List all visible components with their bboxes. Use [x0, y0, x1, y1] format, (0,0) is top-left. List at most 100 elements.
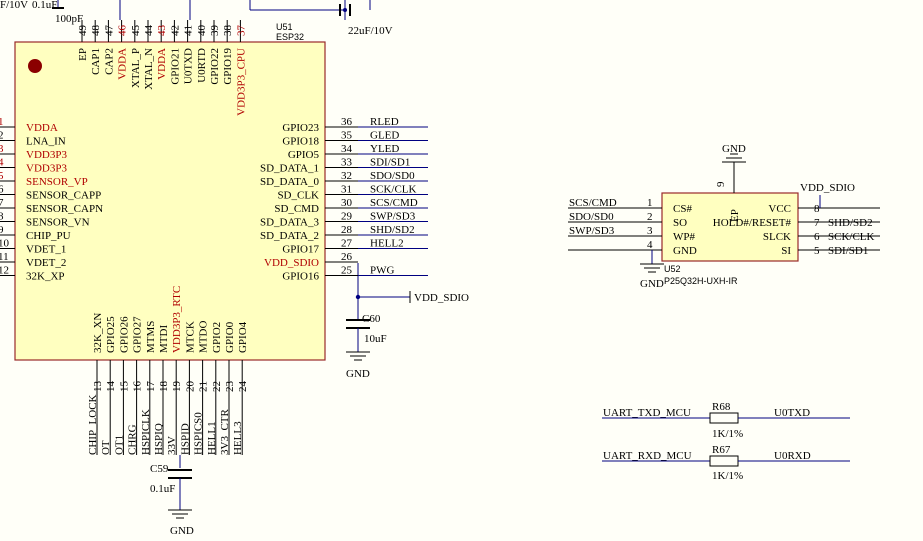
pin-number: 34 [341, 143, 353, 155]
pin-number: 38 [222, 25, 234, 37]
r67-value: 1K/1% [712, 470, 743, 482]
net-label: HELL3 [232, 421, 244, 455]
pin-number: 45 [130, 25, 142, 37]
pin-number: 4 [0, 157, 4, 169]
cap-value-top-left-2: 0.1uF [32, 0, 57, 11]
pin-number: 14 [105, 381, 117, 393]
pin-name: HOLD#/RESET# [713, 217, 792, 229]
net-label: HSPICLK [140, 409, 152, 455]
u52-ground-top-label: GND [722, 143, 746, 155]
pin-number: 22 [211, 381, 223, 392]
pin-name: VDDA [117, 48, 129, 80]
pin-number: 27 [341, 238, 353, 250]
pin-number: 32 [341, 170, 352, 182]
pin-name: MTDO [198, 321, 210, 353]
net-label: SHD/SD2 [370, 224, 415, 236]
pin-name: GPIO2 [211, 322, 223, 353]
u52-left-pins: 1 CS# SCS/CMD 2 SO SDO/SD0 3 WP# SWP/SD3 4 GND [568, 197, 697, 257]
net-label: CHRG [127, 424, 139, 455]
pin-name: SD_CMD [274, 203, 319, 215]
pin-name: VDET_2 [26, 257, 66, 269]
pin-name: CAP1 [90, 48, 102, 75]
net-label: OT1 [113, 435, 125, 455]
u52-bottom-ground: GND [640, 250, 664, 290]
pin-name: MTCK [184, 321, 196, 353]
net-label: SDO/SD0 [569, 211, 614, 223]
pin-number: 9 [715, 181, 727, 187]
pin-name: GPIO4 [237, 321, 249, 353]
pin-number: 16 [132, 381, 144, 393]
pin-number: 37 [235, 25, 247, 37]
c60-capacitor: VDD_SDIO C60 10uF GND [346, 291, 469, 380]
c59-ground-label: GND [170, 525, 194, 537]
schematic-svg: F/10V 0.1uF 100pF 22uF/10V U51 ESP32 1 VD… [0, 0, 880, 537]
pin-name: SD_CLK [277, 190, 319, 202]
pin-number: 5 [814, 245, 820, 257]
pin-number: 35 [341, 130, 353, 142]
pin-number: 6 [814, 231, 820, 243]
pin-name: EP [729, 209, 741, 222]
pin-number: 36 [341, 116, 353, 128]
pin-number: 7 [0, 197, 4, 209]
pin-number: 29 [341, 211, 353, 223]
pin-name: VDDA [26, 122, 58, 134]
r68-resistor: UART_TXD_MCU R68 1K/1% U0TXD [602, 401, 850, 440]
pin-number: 19 [171, 381, 183, 393]
junction-dot [343, 8, 347, 12]
r68-value: 1K/1% [712, 428, 743, 440]
pin-name: EP [77, 48, 89, 61]
pin-number: 30 [341, 197, 353, 209]
net-label: SCS/CMD [370, 197, 418, 209]
ground-symbol [346, 351, 370, 361]
pin-name: SO [673, 217, 687, 229]
pin-number: 47 [103, 25, 115, 37]
c59-designator: C59 [150, 463, 169, 475]
cap-value-100pf: 100pF [55, 13, 83, 25]
pin-name: SENSOR_CAPN [26, 203, 103, 215]
net-label: 33V [166, 436, 178, 455]
pin-number: 10 [0, 238, 10, 250]
r67-resistor: UART_RXD_MCU R67 1K/1% U0RXD [602, 444, 850, 482]
net-label: HSPID [179, 423, 191, 455]
pin-number: 8 [814, 203, 820, 215]
pin-number: 15 [118, 381, 130, 393]
pin-name: MTMS [145, 321, 157, 353]
r67-net-left: UART_RXD_MCU [603, 450, 692, 462]
net-label: HELL1 [206, 421, 218, 455]
net-label: HELL2 [370, 238, 404, 250]
pin-number: 9 [0, 224, 4, 236]
u52-supply: VDD_SDIO [800, 182, 855, 208]
pin-number: 11 [0, 251, 9, 263]
c60-value: 10uF [364, 333, 387, 345]
r68-net-right: U0TXD [774, 407, 810, 419]
pin-number: 25 [341, 265, 353, 277]
pin-name: SD_DATA_1 [260, 163, 319, 175]
pin-number: 48 [90, 25, 102, 37]
net-label: SCK/CLK [828, 231, 875, 243]
pin-number: 21 [198, 381, 210, 392]
pin-name: SD_DATA_3 [260, 217, 320, 229]
pin-name: SI [781, 245, 791, 257]
pin-name: VDD3P3_RTC [171, 286, 183, 353]
net-label: SCK/CLK [370, 184, 417, 196]
u52-supply-net: VDD_SDIO [800, 182, 855, 194]
pin-number: 7 [814, 217, 820, 229]
u52-designator: U52 [664, 264, 681, 274]
r68-net-left: UART_TXD_MCU [603, 407, 691, 419]
net-label: SDI/SD1 [828, 245, 868, 257]
c60-designator: C60 [362, 313, 381, 325]
pin-number: 2 [0, 130, 4, 142]
pin-name: XTAL_P [130, 48, 142, 88]
pin-name: 32K_XN [92, 313, 104, 353]
net-label: RLED [370, 116, 399, 128]
net-label: 3V3_CTR [219, 409, 231, 456]
u51-right-pins: GPIO23 36 RLED GPIO18 35 GLED GPIO5 34 YLED SD_DA… [260, 116, 428, 283]
ground-symbol [640, 263, 664, 273]
net-label: CHIP_LOCK [87, 394, 99, 455]
pin-name: SENSOR_CAPP [26, 190, 101, 202]
pin-number: 13 [92, 381, 104, 393]
ground-symbol [722, 153, 746, 163]
c59-capacitor: C59 0.1uF GND [150, 463, 194, 537]
pin-name: SENSOR_VP [26, 176, 88, 188]
net-label: SWP/SD3 [370, 211, 416, 223]
